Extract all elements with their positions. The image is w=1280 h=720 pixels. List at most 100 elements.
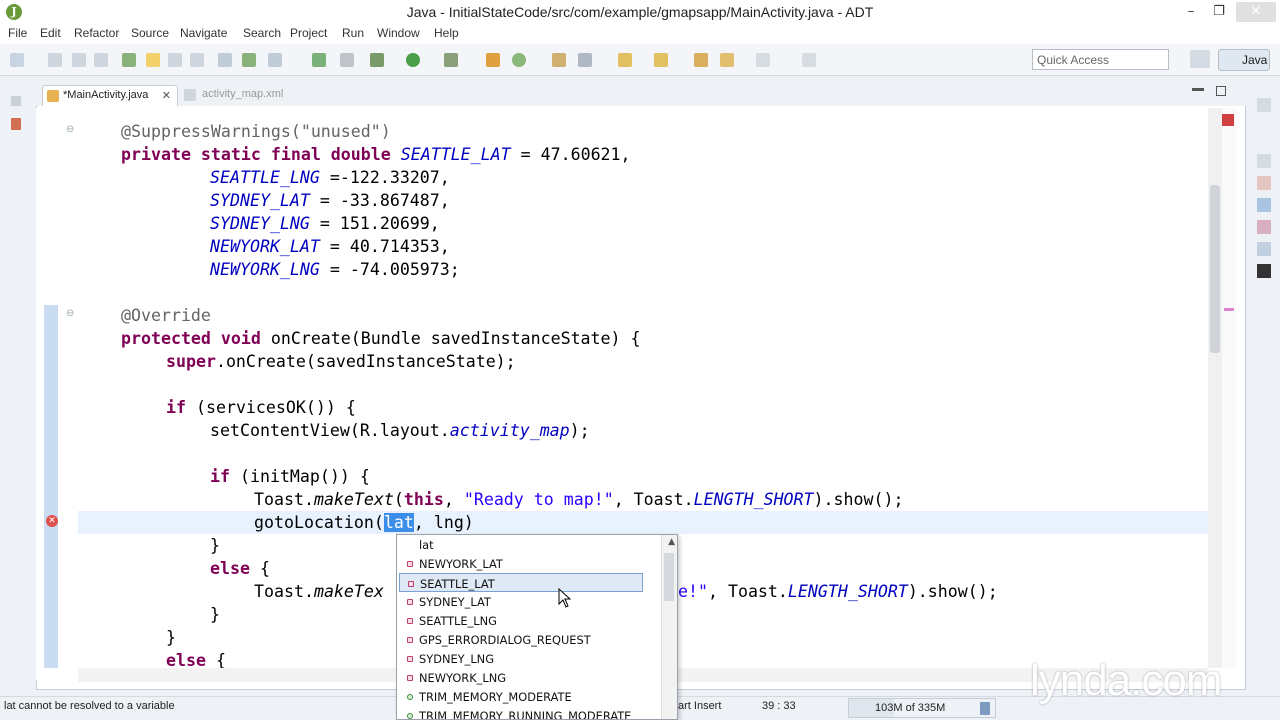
block-select-icon[interactable]: [190, 53, 204, 67]
current-line-highlight: [78, 511, 1208, 534]
print-icon[interactable]: [94, 53, 108, 67]
menu-edit[interactable]: Edit: [40, 26, 61, 40]
heap-text: 103M of 335M: [875, 702, 946, 714]
package-explorer-icon[interactable]: [11, 118, 21, 130]
tab-label: *MainActivity.java: [63, 89, 149, 101]
menu-run[interactable]: Run: [342, 26, 364, 40]
next-annotation-icon[interactable]: [618, 53, 632, 67]
prev-annotation-icon[interactable]: [654, 53, 668, 67]
open-type-icon[interactable]: [552, 53, 566, 67]
devices-view-icon[interactable]: [1257, 264, 1271, 278]
console-view-icon[interactable]: [1257, 242, 1271, 256]
error-marker-icon[interactable]: ✕: [46, 515, 58, 527]
external-tools-icon[interactable]: [444, 53, 458, 67]
search-view-icon[interactable]: [1257, 198, 1271, 212]
whitespace-icon[interactable]: [218, 53, 232, 67]
heap-status[interactable]: 103M of 335M: [848, 698, 996, 718]
menu-refactor[interactable]: Refactor: [74, 26, 119, 40]
pin-editor-icon[interactable]: [802, 53, 816, 67]
code-line-13: if (initMap()) {: [210, 467, 370, 486]
java-perspective-button[interactable]: Java: [1218, 49, 1270, 71]
menu-help[interactable]: Help: [434, 26, 459, 40]
maximize-button[interactable]: ❐: [1204, 2, 1234, 22]
code-line-18b: e!", Toast.LENGTH_SHORT).show();: [678, 582, 998, 601]
task-list-icon[interactable]: [1257, 176, 1271, 190]
error-summary-icon[interactable]: [1222, 114, 1234, 126]
skip-breakpoints-icon[interactable]: [340, 53, 354, 67]
tab-label: activity_map.xml: [202, 88, 284, 100]
close-button[interactable]: ✕: [1236, 2, 1276, 22]
menu-source[interactable]: Source: [131, 26, 169, 40]
java-perspective-label: Java: [1242, 53, 1268, 67]
code-line-5: SYDNEY_LNG = 151.20699,: [210, 214, 440, 233]
code-line-3: SEATTLE_LNG =-122.33207,: [210, 168, 450, 187]
list-item[interactable]: TRIM_MEMORY_MODERATE: [399, 687, 643, 706]
popup-scroll-thumb[interactable]: [664, 553, 674, 601]
menu-project[interactable]: Project: [290, 26, 327, 40]
menu-search[interactable]: Search: [243, 26, 281, 40]
code-line-12: setContentView(R.layout.activity_map);: [210, 421, 590, 440]
save-all-icon[interactable]: [72, 53, 86, 67]
field-icon: [407, 656, 413, 662]
debug-icon[interactable]: [370, 53, 384, 67]
list-item[interactable]: NEWYORK_LAT: [399, 554, 643, 573]
list-item[interactable]: TRIM_MEMORY_RUNNING_MODERATE: [399, 706, 643, 719]
toggle-mark-icon[interactable]: [168, 53, 182, 67]
tab-close-icon[interactable]: ✕: [162, 89, 171, 102]
android-device-icon[interactable]: [242, 53, 256, 67]
code-line-18a: Toast.makeTex: [254, 582, 384, 601]
tab-mainactivity-java[interactable]: *MainActivity.java ✕: [42, 85, 178, 106]
android-sdk-icon[interactable]: [122, 53, 136, 67]
fold-toggle-icon[interactable]: ⊖: [66, 308, 74, 319]
overview-marker[interactable]: [1224, 308, 1234, 311]
run-icon[interactable]: [406, 53, 420, 67]
title-bar: J Java - InitialStateCode/src/com/exampl…: [0, 0, 1280, 24]
content-assist-popup[interactable]: lat NEWYORK_LAT SEATTLE_LAT SYDNEY_LAT S…: [396, 534, 678, 720]
restore-view-icon[interactable]: [11, 96, 21, 106]
scroll-up-icon[interactable]: ▲: [668, 537, 675, 547]
field-icon: [407, 637, 413, 643]
task-icon[interactable]: [268, 53, 282, 67]
list-item[interactable]: SEATTLE_LNG: [399, 611, 643, 630]
menu-window[interactable]: Window: [377, 26, 420, 40]
fold-toggle-icon[interactable]: ⊖: [66, 124, 74, 135]
list-item[interactable]: NEWYORK_LNG: [399, 668, 643, 687]
editor-scroll-thumb[interactable]: [1210, 185, 1220, 353]
problems-view-icon[interactable]: [1257, 220, 1271, 234]
new-class-icon[interactable]: [512, 53, 526, 67]
refresh-icon[interactable]: [312, 53, 326, 67]
tab-activity-map-xml[interactable]: activity_map.xml: [184, 88, 284, 101]
field-icon: [407, 618, 413, 624]
code-line-4: SYDNEY_LAT = -33.867487,: [210, 191, 450, 210]
minimize-button[interactable]: –: [1176, 2, 1206, 22]
code-line-16: }: [210, 536, 220, 555]
forward-icon[interactable]: [756, 53, 770, 67]
open-perspective-icon[interactable]: [1190, 50, 1210, 68]
menu-bar: File Edit Refactor Source Navigate Searc…: [0, 24, 1280, 44]
outline-view-icon[interactable]: [1257, 154, 1271, 168]
popup-scrollbar[interactable]: ▲: [661, 535, 677, 719]
garbage-collect-icon[interactable]: [980, 702, 990, 715]
last-edit-icon[interactable]: [694, 53, 708, 67]
list-item[interactable]: SYDNEY_LAT: [399, 592, 643, 611]
list-item[interactable]: SYDNEY_LNG: [399, 649, 643, 668]
highlight-icon[interactable]: [146, 53, 160, 67]
minimize-editor-icon[interactable]: [1192, 88, 1204, 91]
new-icon[interactable]: [10, 53, 24, 67]
quick-access-input[interactable]: Quick Access: [1032, 49, 1169, 70]
list-item[interactable]: GPS_ERRORDIALOG_REQUEST: [399, 630, 643, 649]
menu-navigate[interactable]: Navigate: [180, 26, 227, 40]
menu-file[interactable]: File: [8, 26, 27, 40]
code-line-14: Toast.makeText(this, "Ready to map!", To…: [254, 490, 904, 509]
restore-view-icon[interactable]: [1257, 98, 1271, 112]
code-line-11: if (servicesOK()) {: [166, 398, 356, 417]
code-line-9: protected void onCreate(Bundle savedInst…: [121, 329, 641, 348]
new-java-project-icon[interactable]: [486, 53, 500, 67]
maximize-editor-icon[interactable]: [1216, 86, 1226, 96]
save-icon[interactable]: [48, 53, 62, 67]
list-item-selected[interactable]: SEATTLE_LAT: [399, 573, 643, 592]
java-file-icon: [47, 90, 59, 102]
search-icon[interactable]: [578, 53, 592, 67]
back-icon[interactable]: [720, 53, 734, 67]
constant-icon: [407, 694, 413, 700]
